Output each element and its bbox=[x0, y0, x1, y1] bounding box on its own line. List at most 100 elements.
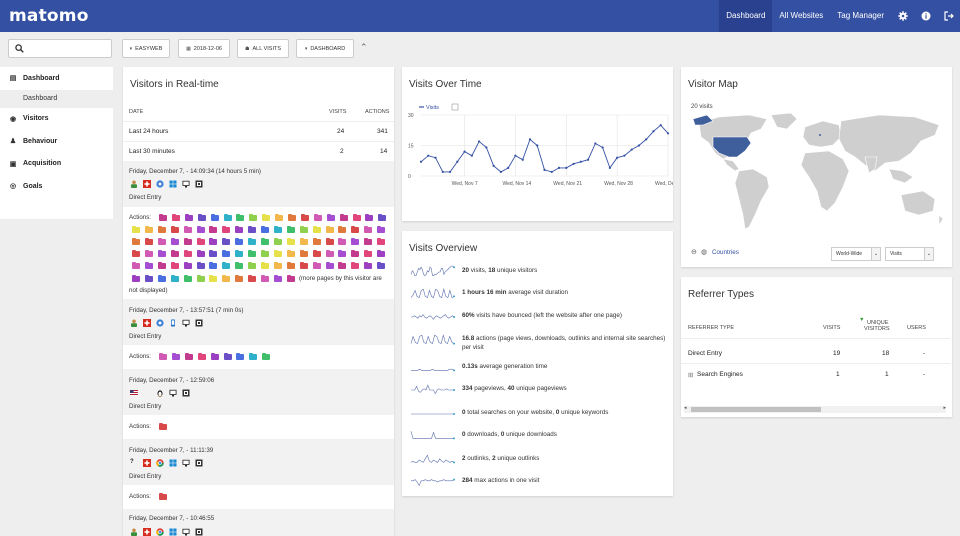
page-action-icon[interactable] bbox=[196, 237, 205, 245]
page-action-icon[interactable] bbox=[196, 225, 205, 233]
column-header-referrer-type[interactable]: REFERRER TYPE bbox=[688, 325, 734, 331]
page-action-icon[interactable] bbox=[170, 274, 179, 282]
page-action-icon[interactable] bbox=[377, 261, 386, 269]
expand-icon[interactable]: ⊞ bbox=[688, 371, 693, 379]
sparkline[interactable] bbox=[410, 428, 456, 444]
page-action-icon[interactable] bbox=[377, 237, 386, 245]
page-action-icon[interactable] bbox=[235, 225, 244, 233]
page-action-icon[interactable] bbox=[312, 225, 321, 233]
sidebar-subitem-dashboard[interactable]: Dashboard bbox=[0, 89, 113, 108]
visitor-profile-icon[interactable] bbox=[130, 319, 138, 327]
page-action-icon[interactable] bbox=[262, 352, 271, 360]
page-action-icon[interactable] bbox=[209, 237, 218, 245]
page-action-icon[interactable] bbox=[364, 225, 373, 233]
page-action-icon[interactable] bbox=[351, 225, 360, 233]
page-action-icon[interactable] bbox=[299, 225, 308, 233]
column-header-visits[interactable]: VISITS bbox=[823, 325, 840, 331]
page-action-icon[interactable] bbox=[273, 225, 282, 233]
page-action-icon[interactable] bbox=[132, 249, 140, 257]
page-action-icon[interactable] bbox=[273, 274, 282, 282]
page-action-icon[interactable] bbox=[261, 261, 269, 269]
page-action-icon[interactable] bbox=[209, 261, 218, 269]
collapse-up-icon[interactable]: ⌃ bbox=[360, 42, 368, 53]
gear-icon[interactable] bbox=[891, 0, 914, 32]
page-action-icon[interactable] bbox=[364, 261, 373, 269]
page-action-icon[interactable] bbox=[273, 249, 282, 257]
page-action-icon[interactable] bbox=[222, 261, 231, 269]
page-action-icon[interactable] bbox=[261, 249, 269, 257]
zoom-out-icon[interactable]: ⊖ bbox=[691, 248, 697, 256]
scrollbar-thumb[interactable] bbox=[691, 407, 821, 412]
page-action-icon[interactable] bbox=[299, 249, 308, 257]
page-action-icon[interactable] bbox=[273, 261, 282, 269]
page-action-icon[interactable] bbox=[170, 225, 179, 233]
sidebar-item-dashboard[interactable]: ▤ Dashboard bbox=[0, 67, 113, 90]
sidebar-item-behaviour[interactable]: ♟ Behaviour bbox=[0, 130, 113, 153]
page-action-icon[interactable] bbox=[144, 249, 153, 257]
page-action-icon[interactable] bbox=[159, 213, 167, 221]
page-action-icon[interactable] bbox=[286, 274, 295, 282]
sidebar-item-visitors[interactable]: ◉ Visitors bbox=[0, 108, 113, 131]
page-action-icon[interactable] bbox=[300, 213, 309, 221]
page-action-icon[interactable] bbox=[299, 237, 308, 245]
sparkline[interactable] bbox=[410, 474, 456, 490]
page-action-icon[interactable] bbox=[235, 274, 244, 282]
page-action-icon[interactable] bbox=[222, 249, 231, 257]
page-action-icon[interactable] bbox=[261, 225, 269, 233]
search-box[interactable] bbox=[8, 39, 112, 58]
page-action-icon[interactable] bbox=[299, 261, 308, 269]
sidebar-item-goals[interactable]: ◎ Goals bbox=[0, 175, 113, 198]
page-action-icon[interactable] bbox=[286, 249, 295, 257]
page-action-icon[interactable] bbox=[235, 261, 244, 269]
page-action-icon[interactable] bbox=[248, 225, 257, 233]
sparkline[interactable] bbox=[410, 382, 456, 398]
page-action-icon[interactable] bbox=[236, 213, 245, 221]
page-action-icon[interactable] bbox=[338, 237, 347, 245]
page-action-icon[interactable] bbox=[351, 249, 360, 257]
page-action-icon[interactable] bbox=[144, 274, 153, 282]
sparkline[interactable] bbox=[410, 452, 456, 468]
sparkline[interactable] bbox=[410, 309, 456, 325]
sparkline[interactable] bbox=[410, 264, 456, 280]
countries-link[interactable]: Countries bbox=[712, 249, 739, 256]
page-action-icon[interactable] bbox=[312, 261, 321, 269]
page-action-icon[interactable] bbox=[159, 422, 167, 430]
page-action-icon[interactable] bbox=[209, 225, 218, 233]
page-action-icon[interactable] bbox=[235, 237, 244, 245]
page-action-icon[interactable] bbox=[223, 352, 232, 360]
scroll-left-icon[interactable]: ◂ bbox=[684, 405, 687, 411]
page-action-icon[interactable] bbox=[184, 352, 193, 360]
page-action-icon[interactable] bbox=[223, 213, 232, 221]
page-action-icon[interactable] bbox=[235, 249, 244, 257]
page-action-icon[interactable] bbox=[222, 225, 231, 233]
page-action-icon[interactable] bbox=[197, 213, 206, 221]
page-action-icon[interactable] bbox=[288, 213, 296, 221]
page-action-icon[interactable] bbox=[196, 249, 205, 257]
page-action-icon[interactable] bbox=[338, 249, 347, 257]
sparkline[interactable] bbox=[410, 360, 456, 376]
sidebar-item-acquisition[interactable]: ▣ Acquisition bbox=[0, 153, 113, 176]
page-action-icon[interactable] bbox=[249, 213, 258, 221]
page-action-icon[interactable] bbox=[312, 237, 321, 245]
page-action-icon[interactable] bbox=[364, 249, 373, 257]
nav-all-websites[interactable]: All Websites bbox=[772, 0, 830, 32]
visits-line-chart[interactable]: Visits 0 15 30 Wed, Nov 7 Wed, Nov 14 Wed, Nov… bbox=[402, 67, 673, 221]
page-action-icon[interactable] bbox=[351, 261, 360, 269]
page-action-icon[interactable] bbox=[209, 274, 218, 282]
page-action-icon[interactable] bbox=[157, 249, 166, 257]
page-action-icon[interactable] bbox=[159, 492, 167, 500]
site-selector-button[interactable]: ▾ EASYWEB bbox=[122, 39, 170, 58]
page-action-icon[interactable] bbox=[273, 237, 282, 245]
page-action-icon[interactable] bbox=[183, 261, 192, 269]
horizontal-scrollbar[interactable]: ◂ ▸ bbox=[684, 405, 946, 413]
page-action-icon[interactable] bbox=[170, 249, 179, 257]
page-action-icon[interactable] bbox=[338, 261, 347, 269]
visitor-profile-icon[interactable] bbox=[130, 528, 138, 536]
page-action-icon[interactable] bbox=[183, 249, 192, 257]
page-action-icon[interactable] bbox=[262, 213, 271, 221]
page-action-icon[interactable] bbox=[364, 237, 373, 245]
page-action-icon[interactable] bbox=[144, 237, 153, 245]
page-action-icon[interactable] bbox=[338, 225, 347, 233]
page-action-icon[interactable] bbox=[286, 237, 295, 245]
page-action-icon[interactable] bbox=[132, 274, 140, 282]
